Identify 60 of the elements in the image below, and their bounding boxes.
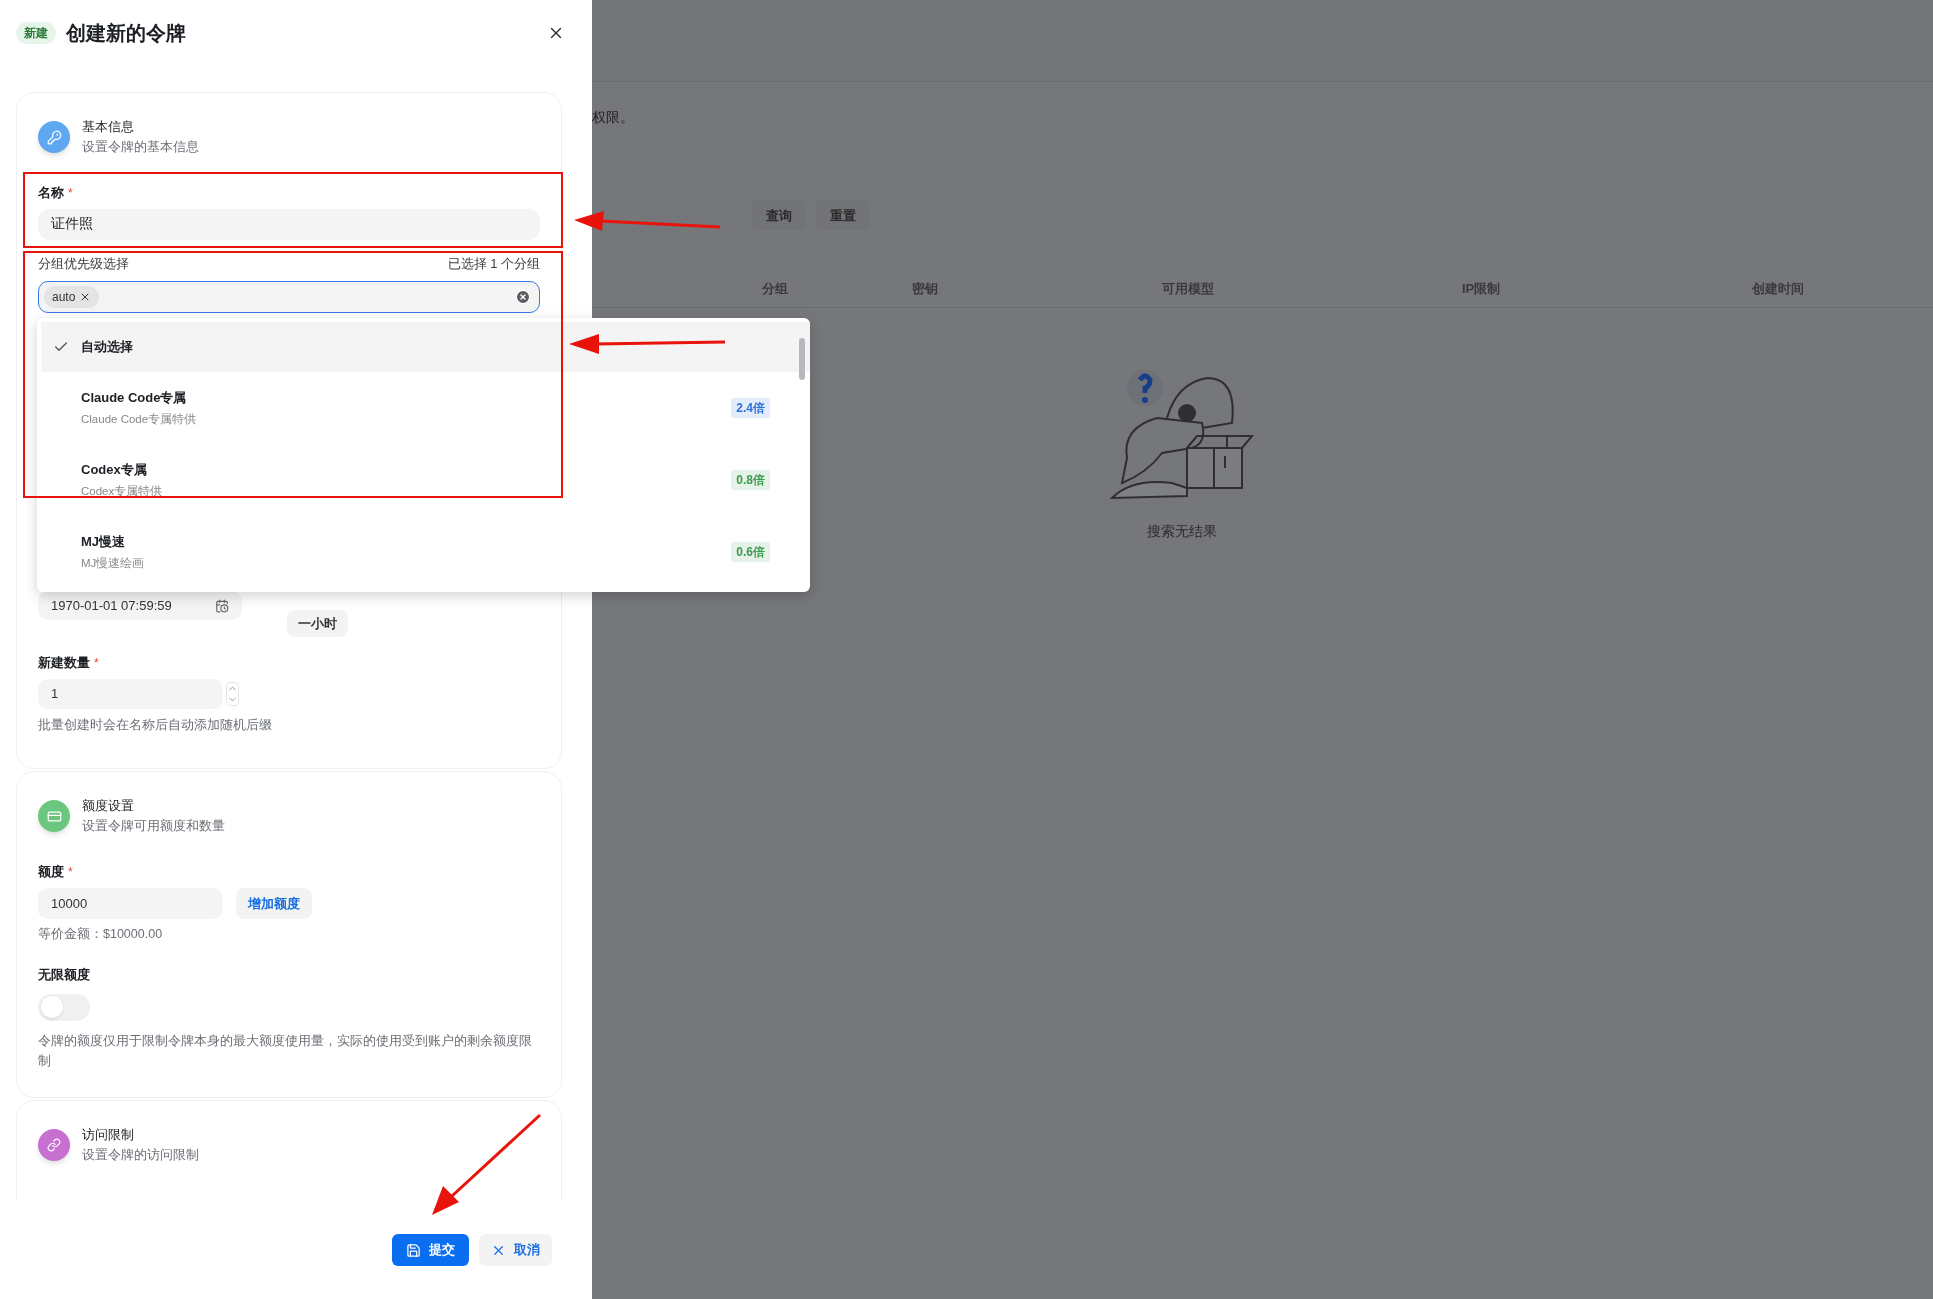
save-icon (406, 1242, 421, 1258)
required-mark: * (68, 864, 73, 881)
count-field[interactable]: 1 (38, 678, 223, 709)
dropdown-scrollbar[interactable] (799, 338, 805, 380)
cancel-button[interactable]: 取消 (479, 1234, 552, 1266)
new-badge: 新建 (16, 22, 56, 44)
field-label: 新建数量 (38, 654, 90, 672)
name-field[interactable]: 证件照 (38, 208, 540, 240)
column-header: 可用模型 (1162, 280, 1214, 296)
add-quota-button[interactable]: 增加额度 (236, 887, 312, 919)
ratio-tag: 0.6倍 (731, 542, 770, 562)
column-header: 分组 (762, 280, 788, 296)
column-header: IP限制 (1462, 280, 1501, 296)
equivalent-amount: 等价金额：$10000.00 (38, 925, 164, 943)
field-label: 额度 (38, 863, 64, 882)
ratio-tag: 2.4倍 (731, 398, 770, 418)
clear-icon[interactable] (515, 289, 531, 305)
column-header: 密钥 (912, 280, 938, 296)
option-label: 自动选择 (81, 338, 133, 357)
submit-button[interactable]: 提交 (392, 1234, 469, 1266)
required-mark: * (68, 184, 73, 202)
expire-preset-button[interactable]: 一小时 (287, 610, 348, 637)
column-header: 创建时间 (1752, 280, 1804, 296)
option-description: Codex专属特供 (81, 483, 163, 499)
field-label: 分组优先级选择 (38, 254, 129, 273)
option-label: MJ慢速 (81, 533, 127, 552)
ratio-tag: 0.8倍 (731, 470, 770, 490)
card-icon (46, 808, 62, 824)
group-select-field[interactable]: auto (38, 281, 540, 313)
field-hint: 批量创建时会在名称后自动添加随机后缀 (38, 716, 273, 734)
group-option[interactable]: Claude Code专属 Claude Code专属特供 2.4倍 (41, 372, 810, 444)
number-stepper[interactable] (226, 681, 239, 706)
option-label: Claude Code专属 (81, 389, 188, 408)
expire-date-field[interactable]: 1970-01-01 07:59:59 (38, 591, 242, 620)
field-label: 名称 (38, 184, 64, 202)
option-description: MJ慢速绘画 (81, 555, 145, 571)
section-subtitle: 设置令牌的访问限制 (82, 1146, 199, 1164)
option-label: Codex专属 (81, 461, 148, 480)
group-option[interactable]: 自动选择 (41, 322, 810, 372)
link-icon (47, 1137, 61, 1152)
empty-text: 搜索无结果 (1147, 523, 1217, 542)
required-mark: * (94, 654, 99, 672)
group-option[interactable]: MJ慢速 MJ慢速绘画 0.6倍 (41, 516, 810, 588)
calendar-icon (215, 598, 229, 613)
group-option[interactable]: Codex专属 Codex专属特供 0.8倍 (41, 444, 810, 516)
option-description: Claude Code专属特供 (81, 411, 197, 427)
field-label: 无限额度 (38, 966, 90, 982)
drawer-title: 创建新的令牌 (66, 21, 186, 46)
unlimited-switch[interactable] (38, 993, 90, 1021)
section-title: 访问限制 (82, 1125, 135, 1144)
key-icon (46, 129, 62, 145)
quota-field[interactable]: 10000 (38, 887, 223, 919)
selected-count: 已选择 1 个分组 (447, 254, 540, 273)
section-subtitle: 设置令牌可用额度和数量 (82, 818, 225, 836)
section-subtitle: 设置令牌的基本信息 (82, 139, 199, 156)
quota-note: 令牌的额度仅用于限制令牌本身的最大额度使用量，实际的使用受到账户的剩余额度限制 (38, 1032, 533, 1070)
notice-text: 权限。 (592, 109, 635, 127)
section-title: 基本信息 (82, 118, 135, 136)
section-title: 额度设置 (82, 797, 135, 816)
group-tag[interactable]: auto (44, 286, 100, 308)
